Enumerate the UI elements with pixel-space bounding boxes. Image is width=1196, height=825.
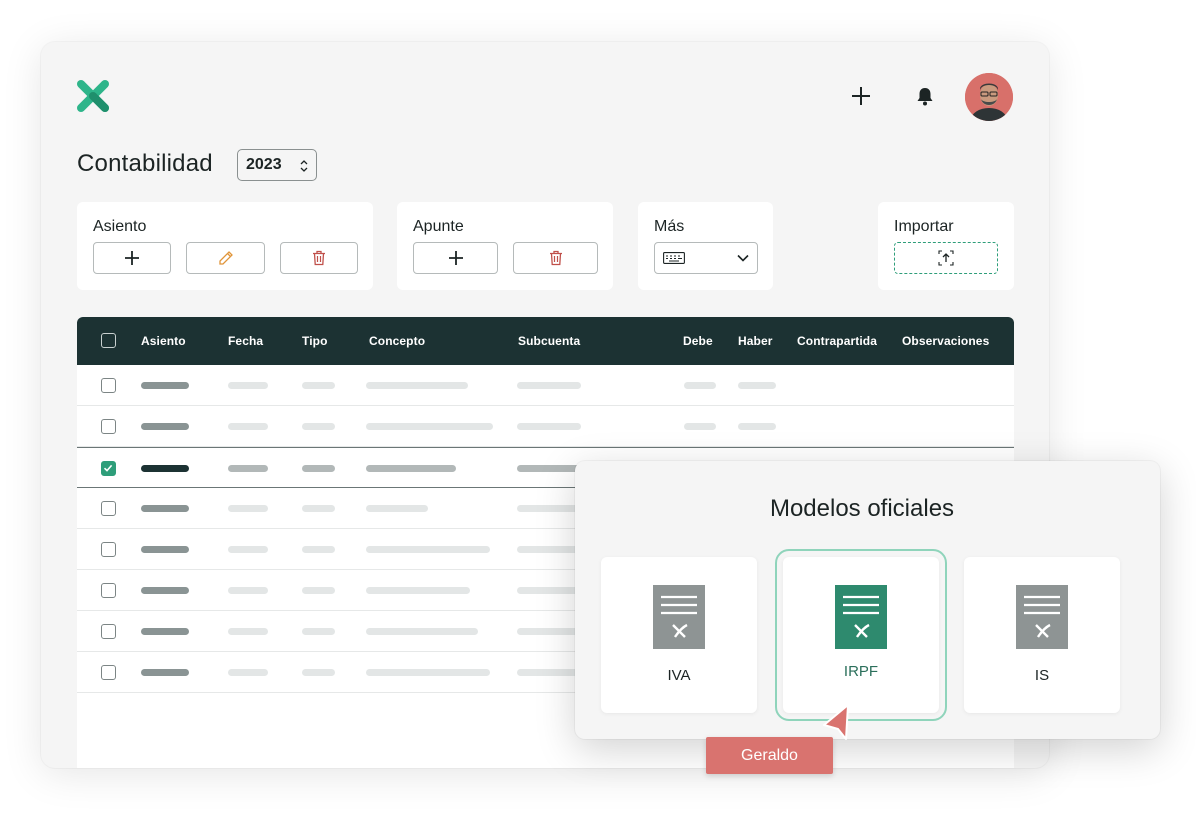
trash-icon [313, 250, 325, 266]
row-checkbox[interactable] [101, 378, 116, 393]
x-logo-icon[interactable] [77, 80, 109, 112]
model-card-is[interactable]: IS [964, 557, 1120, 713]
col-concepto[interactable]: Concepto [369, 334, 425, 348]
table-row[interactable] [77, 406, 1014, 447]
add-apunte-button[interactable] [413, 242, 498, 274]
col-tipo[interactable]: Tipo [302, 334, 328, 348]
model-label-iva: IVA [667, 667, 691, 684]
modal-title: Modelos oficiales [769, 495, 955, 522]
add-asiento-button[interactable] [93, 242, 171, 274]
keyboard-icon [663, 252, 685, 264]
row-checkbox[interactable] [101, 665, 116, 680]
year-value: 2023 [246, 156, 282, 173]
asiento-title: Asiento [93, 218, 147, 235]
asiento-panel: Asiento [77, 202, 373, 290]
cursor-pointer-icon [823, 704, 849, 740]
mas-select[interactable] [654, 242, 758, 274]
plus-icon [448, 251, 463, 265]
row-checkbox[interactable] [101, 501, 116, 516]
user-avatar[interactable] [965, 73, 1013, 121]
updown-chevron-icon [300, 160, 308, 172]
col-debe[interactable]: Debe [683, 334, 713, 348]
model-label-is: IS [1034, 667, 1050, 684]
table-row[interactable] [77, 365, 1014, 406]
tax-document-icon [1016, 585, 1068, 649]
mas-title: Más [654, 218, 685, 235]
plus-icon[interactable] [847, 82, 875, 110]
apunte-title: Apunte [413, 218, 464, 235]
row-checkbox[interactable] [101, 419, 116, 434]
edit-asiento-button[interactable] [186, 242, 265, 274]
model-label-irpf: IRPF [843, 663, 879, 680]
bell-icon[interactable] [911, 82, 939, 110]
check-icon [103, 464, 113, 472]
tax-document-icon [653, 585, 705, 649]
col-fecha[interactable]: Fecha [228, 334, 263, 348]
mas-panel: Más [638, 202, 773, 290]
collaborator-cursor-label: Geraldo [706, 737, 833, 774]
tax-document-icon [835, 585, 887, 649]
modelos-oficiales-modal: Modelos oficiales IVA IRPF IS [575, 461, 1160, 739]
trash-icon [549, 250, 562, 266]
chevron-down-icon [737, 254, 749, 262]
select-all-checkbox[interactable] [101, 333, 116, 348]
importar-panel: Importar [878, 202, 1014, 290]
plus-icon [125, 251, 139, 265]
row-checkbox[interactable] [101, 624, 116, 639]
model-card-iva[interactable]: IVA [601, 557, 757, 713]
col-haber[interactable]: Haber [738, 334, 773, 348]
col-contrapartida[interactable]: Contrapartida [797, 334, 877, 348]
row-checkbox-checked[interactable] [101, 461, 116, 476]
row-checkbox[interactable] [101, 542, 116, 557]
col-subcuenta[interactable]: Subcuenta [518, 334, 580, 348]
pencil-icon [218, 251, 233, 265]
year-select[interactable]: 2023 [237, 149, 317, 181]
delete-apunte-button[interactable] [513, 242, 598, 274]
model-card-irpf[interactable]: IRPF [775, 549, 947, 721]
table-header: Asiento Fecha Tipo Concepto Subcuenta De… [77, 317, 1014, 365]
page-title: Contabilidad [77, 150, 213, 177]
importar-title: Importar [894, 218, 954, 235]
row-checkbox[interactable] [101, 583, 116, 598]
upload-icon [938, 250, 954, 266]
import-button[interactable] [894, 242, 998, 274]
delete-asiento-button[interactable] [280, 242, 358, 274]
col-asiento[interactable]: Asiento [141, 334, 186, 348]
apunte-panel: Apunte [397, 202, 613, 290]
col-observaciones[interactable]: Observaciones [902, 334, 989, 348]
